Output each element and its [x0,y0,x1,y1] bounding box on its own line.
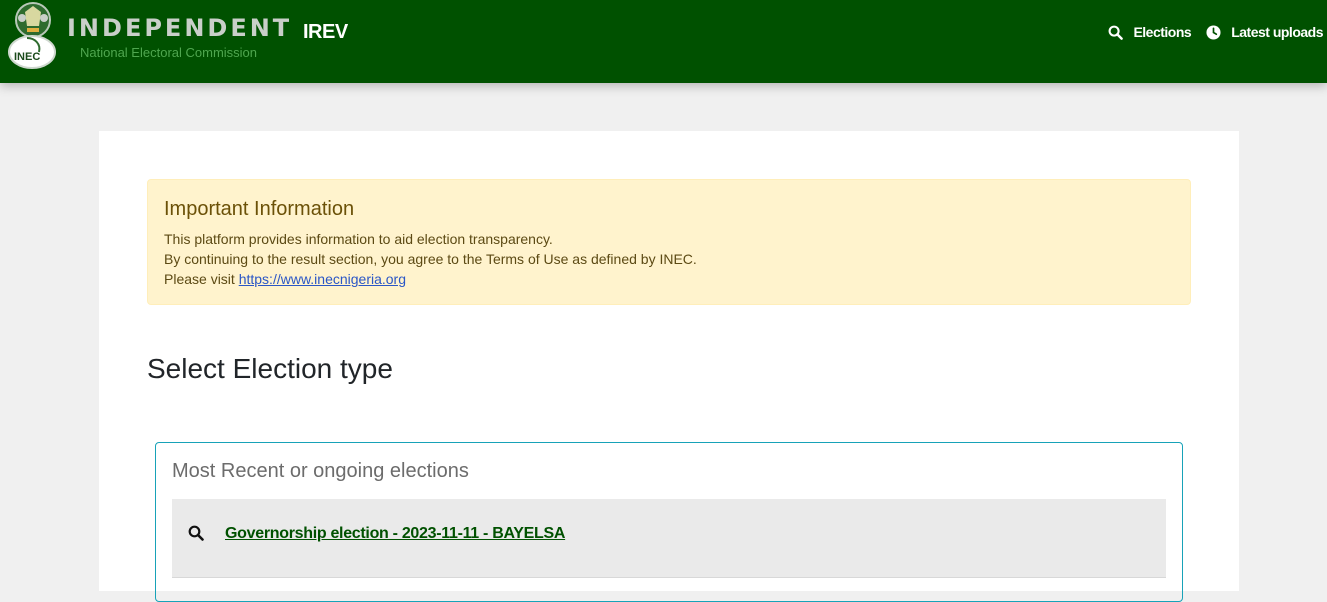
recent-elections-title: Most Recent or ongoing elections [172,460,469,482]
inec-website-link[interactable]: https://www.inecnigeria.org [239,271,406,287]
alert-title: Important Information [164,198,355,220]
brand-subtitle: National Electoral Commission [80,45,258,60]
election-link[interactable]: Governorship election - 2023-11-11 - BAY… [225,525,565,543]
nav-links: Elections Latest uploads [1093,24,1323,40]
app-title[interactable]: IREV [303,21,348,44]
alert-line-2: By continuing to the result section, you… [164,251,697,267]
alert-line-1: This platform provides information to ai… [164,231,553,247]
search-icon [1109,25,1124,40]
top-navbar: INEC INDEPENDENT National Electoral Comm… [0,0,1327,83]
alert-line-3: Please visit https://www.inecnigeria.org [164,271,406,287]
nav-elections-link[interactable]: Elections [1108,24,1192,40]
section-title: Select Election type [147,353,393,384]
election-list-item[interactable]: Governorship election - 2023-11-11 - BAY… [172,499,1166,578]
brand-logo[interactable]: INEC INDEPENDENT National Electoral Comm… [5,0,289,72]
inec-badge-icon: INEC [8,35,56,69]
brand-name: INDEPENDENT [67,14,293,42]
main-card: Important Information This platform prov… [99,131,1239,602]
inec-badge-text: INEC [14,51,40,63]
nav-elections-label: Elections [1133,24,1192,40]
important-info-alert: Important Information This platform prov… [147,179,1191,305]
nav-latest-uploads-link[interactable]: Latest uploads [1206,24,1323,40]
search-icon [188,525,204,541]
nav-latest-uploads-label: Latest uploads [1231,24,1323,40]
clock-icon [1206,24,1221,40]
recent-elections-panel: Most Recent or ongoing elections Governo… [155,442,1183,602]
alert-line-3-prefix: Please visit [164,271,239,287]
